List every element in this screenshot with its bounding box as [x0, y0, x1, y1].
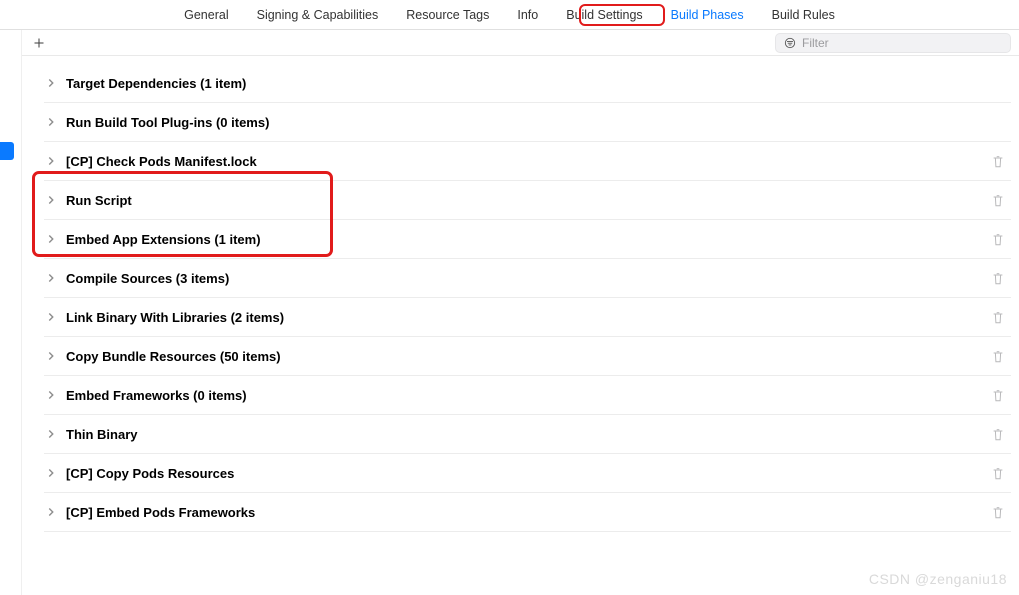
trash-icon[interactable] — [991, 310, 1005, 325]
tab-label: Resource Tags — [406, 8, 489, 22]
phase-row[interactable]: [CP] Check Pods Manifest.lock — [44, 142, 1011, 181]
plus-icon — [33, 37, 45, 49]
trash-icon[interactable] — [991, 271, 1005, 286]
editor-tabbar: General Signing & Capabilities Resource … — [0, 0, 1019, 30]
chevron-right-icon[interactable] — [44, 232, 58, 246]
tab-label: Build Rules — [772, 8, 835, 22]
tab-label: Info — [517, 8, 538, 22]
phase-row[interactable]: Copy Bundle Resources (50 items) — [44, 337, 1011, 376]
phase-label: Run Build Tool Plug-ins (0 items) — [66, 115, 991, 130]
chevron-right-icon[interactable] — [44, 349, 58, 363]
chevron-right-icon[interactable] — [44, 271, 58, 285]
trash-icon[interactable] — [991, 466, 1005, 481]
filter-input[interactable] — [802, 36, 1002, 50]
chevron-right-icon[interactable] — [44, 193, 58, 207]
phases-toolbar — [22, 30, 1019, 56]
phase-label: Thin Binary — [66, 427, 991, 442]
selection-indicator — [0, 142, 14, 160]
tab-resource-tags[interactable]: Resource Tags — [392, 3, 503, 27]
phase-label: [CP] Copy Pods Resources — [66, 466, 991, 481]
tab-build-rules[interactable]: Build Rules — [758, 3, 849, 27]
phase-label: Copy Bundle Resources (50 items) — [66, 349, 991, 364]
phase-label: Run Script — [66, 193, 991, 208]
phase-row[interactable]: Embed Frameworks (0 items) — [44, 376, 1011, 415]
filter-field-wrap[interactable] — [775, 33, 1011, 53]
chevron-right-icon[interactable] — [44, 76, 58, 90]
phase-label: Target Dependencies (1 item) — [66, 76, 991, 91]
phase-label: Compile Sources (3 items) — [66, 271, 991, 286]
phase-row[interactable]: Thin Binary — [44, 415, 1011, 454]
trash-icon[interactable] — [991, 193, 1005, 208]
chevron-right-icon[interactable] — [44, 466, 58, 480]
phase-row[interactable]: [CP] Embed Pods Frameworks — [44, 493, 1011, 532]
phases-list: Target Dependencies (1 item) Run Build T… — [22, 64, 1019, 532]
tab-label: Build Settings — [566, 8, 642, 22]
tab-general[interactable]: General — [170, 3, 242, 27]
chevron-right-icon[interactable] — [44, 388, 58, 402]
tab-info[interactable]: Info — [503, 3, 552, 27]
phase-row[interactable]: Run Build Tool Plug-ins (0 items) — [44, 103, 1011, 142]
content-area: Target Dependencies (1 item) Run Build T… — [22, 30, 1019, 595]
chevron-right-icon[interactable] — [44, 505, 58, 519]
trash-icon[interactable] — [991, 505, 1005, 520]
tab-label: Signing & Capabilities — [257, 8, 379, 22]
trash-icon[interactable] — [991, 349, 1005, 364]
phase-row[interactable]: Embed App Extensions (1 item) — [44, 220, 1011, 259]
tab-build-phases[interactable]: Build Phases — [657, 3, 758, 27]
phase-row[interactable]: Run Script — [44, 181, 1011, 220]
trash-icon[interactable] — [991, 232, 1005, 247]
trash-icon[interactable] — [991, 388, 1005, 403]
tab-build-settings[interactable]: Build Settings — [552, 3, 656, 27]
chevron-right-icon[interactable] — [44, 427, 58, 441]
tab-label: Build Phases — [671, 8, 744, 22]
phase-row[interactable]: Link Binary With Libraries (2 items) — [44, 298, 1011, 337]
add-phase-button[interactable] — [30, 34, 48, 52]
phase-row[interactable]: [CP] Copy Pods Resources — [44, 454, 1011, 493]
trash-icon[interactable] — [991, 427, 1005, 442]
phase-row[interactable]: Compile Sources (3 items) — [44, 259, 1011, 298]
phase-label: Embed App Extensions (1 item) — [66, 232, 991, 247]
phase-label: Link Binary With Libraries (2 items) — [66, 310, 991, 325]
filter-icon — [784, 37, 796, 49]
trash-icon[interactable] — [991, 154, 1005, 169]
tab-label: General — [184, 8, 228, 22]
tab-signing[interactable]: Signing & Capabilities — [243, 3, 393, 27]
chevron-right-icon[interactable] — [44, 310, 58, 324]
left-rail — [0, 30, 22, 595]
chevron-right-icon[interactable] — [44, 154, 58, 168]
phase-row[interactable]: Target Dependencies (1 item) — [44, 64, 1011, 103]
chevron-right-icon[interactable] — [44, 115, 58, 129]
phase-label: [CP] Embed Pods Frameworks — [66, 505, 991, 520]
phase-label: Embed Frameworks (0 items) — [66, 388, 991, 403]
phase-label: [CP] Check Pods Manifest.lock — [66, 154, 991, 169]
